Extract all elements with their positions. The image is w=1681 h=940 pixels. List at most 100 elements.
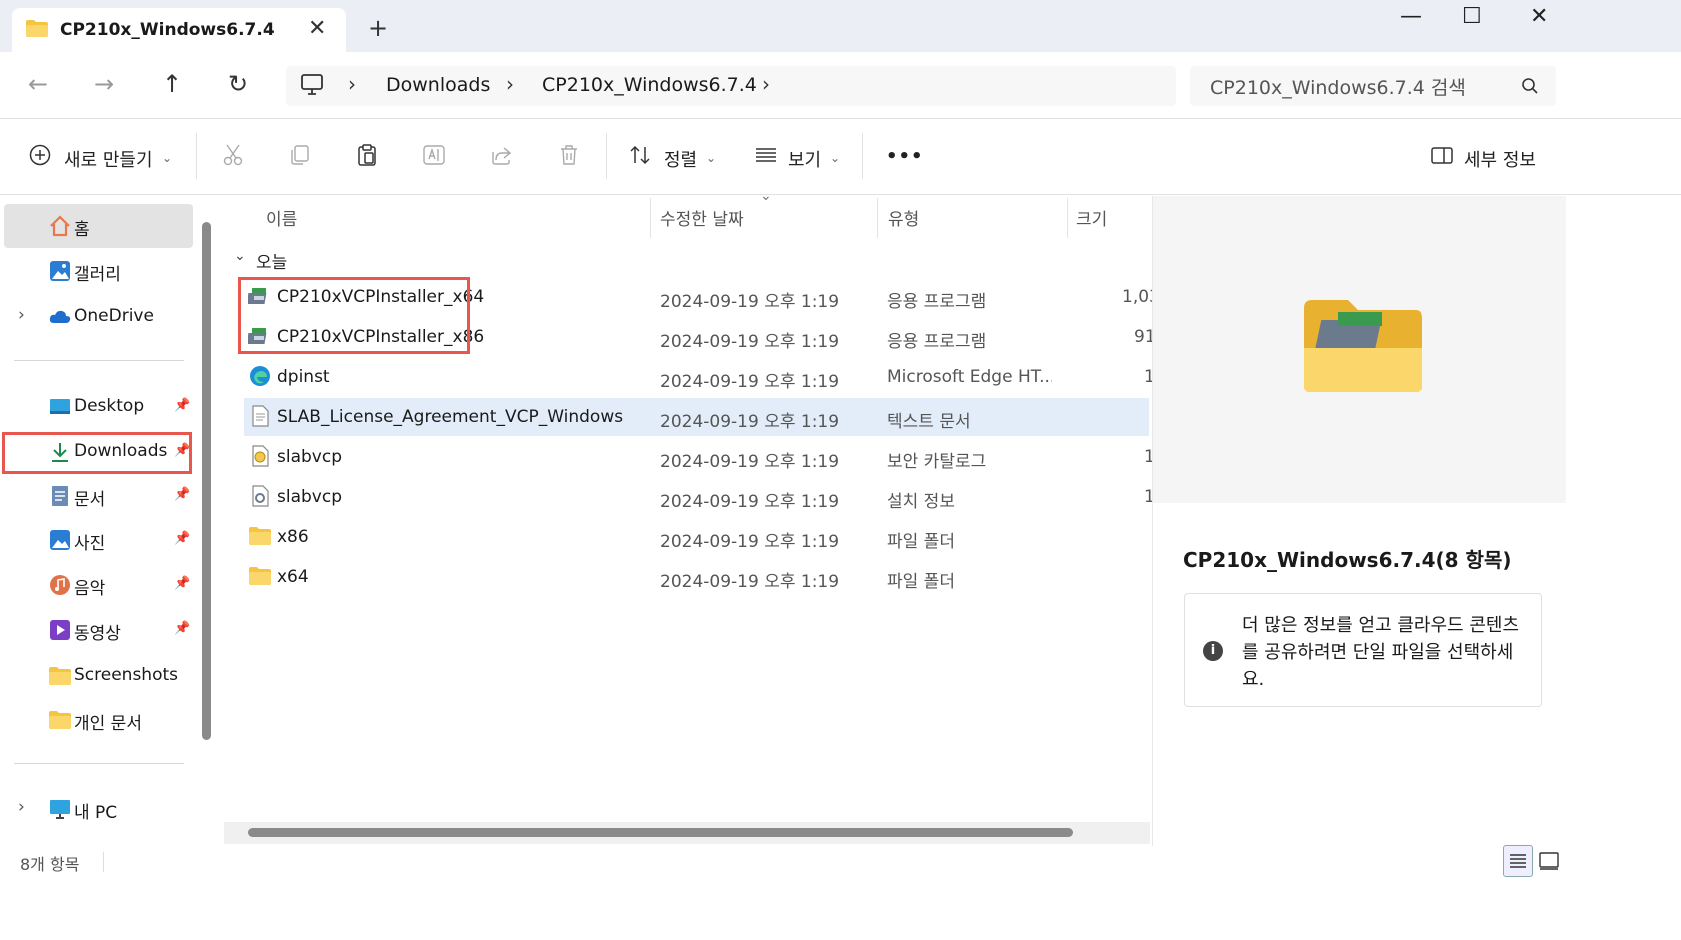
- delete-icon[interactable]: [557, 143, 581, 167]
- column-header-size[interactable]: 크기: [1076, 205, 1107, 230]
- group-header-today[interactable]: 오늘: [256, 248, 287, 273]
- file-type: 파일 폴더: [887, 572, 955, 592]
- list-view-icon: [1510, 854, 1526, 868]
- column-divider[interactable]: [877, 198, 878, 238]
- sidebar-divider: [14, 763, 184, 764]
- breadcrumb-separator-icon[interactable]: ›: [348, 72, 356, 96]
- file-name: x64: [277, 567, 309, 587]
- new-tab-button[interactable]: +: [368, 14, 388, 42]
- sidebar-item-this-pc[interactable]: › 내 PC: [4, 787, 193, 831]
- chevron-down-icon[interactable]: ⌄: [706, 151, 716, 165]
- sidebar-item-screenshots[interactable]: Screenshots: [4, 654, 193, 698]
- file-type: 보안 카탈로그: [887, 452, 987, 472]
- tab-close-icon[interactable]: ✕: [308, 16, 326, 41]
- breadcrumb-current-folder[interactable]: CP210x_Windows6.7.4: [542, 74, 757, 96]
- file-date: 2024-09-19 오후 1:19: [660, 452, 840, 472]
- file-date: 2024-09-19 오후 1:19: [660, 372, 840, 392]
- chevron-right-icon[interactable]: ›: [18, 797, 25, 817]
- pin-icon[interactable]: 📌: [174, 531, 190, 546]
- maximize-button[interactable]: ☐: [1462, 4, 1482, 29]
- breadcrumb-separator-icon[interactable]: ›: [506, 72, 514, 96]
- home-icon: [50, 215, 70, 237]
- back-arrow-icon[interactable]: ←: [28, 70, 48, 98]
- sidebar-scrollbar[interactable]: [202, 222, 211, 740]
- details-view-button[interactable]: [1503, 845, 1533, 877]
- folder-icon: [249, 567, 271, 585]
- chevron-down-icon[interactable]: ⌄: [830, 151, 840, 165]
- sidebar-item-label: Desktop: [74, 396, 145, 416]
- tab-title: CP210x_Windows6.7.4: [60, 20, 275, 40]
- documents-icon: [52, 486, 68, 506]
- up-arrow-icon[interactable]: ↑: [162, 70, 182, 98]
- search-placeholder: CP210x_Windows6.7.4 검색: [1210, 77, 1466, 99]
- file-date: 2024-09-19 오후 1:19: [660, 492, 840, 512]
- sidebar-item-documents[interactable]: 문서 📌: [4, 474, 193, 518]
- pin-icon[interactable]: 📌: [174, 398, 190, 413]
- sidebar-item-label: 홈: [74, 220, 90, 240]
- chevron-right-icon[interactable]: ›: [18, 305, 25, 325]
- forward-arrow-icon[interactable]: →: [94, 70, 114, 98]
- sort-button[interactable]: 정렬: [664, 146, 697, 172]
- paste-icon[interactable]: [355, 143, 379, 167]
- new-button[interactable]: 새로 만들기: [64, 146, 153, 172]
- folder-icon: [49, 711, 71, 729]
- search-icon[interactable]: [1521, 77, 1539, 95]
- sidebar-item-pictures[interactable]: 사진 📌: [4, 518, 193, 562]
- videos-icon: [50, 620, 70, 640]
- sidebar-item-music[interactable]: 음악 📌: [4, 563, 193, 607]
- file-row[interactable]: dpinst 2024-09-19 오후 1:19 Microsoft Edge…: [244, 358, 1155, 396]
- file-row-selected[interactable]: SLAB_License_Agreement_VCP_Windows 2024-…: [244, 398, 1149, 436]
- cut-icon[interactable]: [221, 143, 245, 167]
- view-icon: [756, 148, 776, 162]
- folder-icon: [49, 667, 71, 685]
- view-button[interactable]: 보기: [788, 146, 821, 172]
- onedrive-icon: [49, 310, 71, 323]
- breadcrumb-separator-icon[interactable]: ›: [762, 72, 770, 96]
- more-options-button[interactable]: •••: [886, 146, 924, 167]
- sidebar-item-home[interactable]: 홈: [4, 204, 193, 248]
- file-name: dpinst: [277, 367, 330, 387]
- column-divider[interactable]: [1067, 198, 1068, 238]
- downloads-highlight-box: [2, 432, 192, 474]
- toolbar-divider: [196, 133, 197, 179]
- column-header-date[interactable]: 수정한 날짜: [660, 205, 744, 230]
- pin-icon[interactable]: 📌: [174, 621, 190, 636]
- sidebar-item-onedrive[interactable]: › OneDrive: [4, 295, 193, 339]
- column-divider[interactable]: [650, 198, 651, 238]
- sidebar-item-label: 문서: [74, 490, 106, 510]
- rename-icon[interactable]: [422, 143, 446, 167]
- sort-chevron-icon: ⌄: [760, 188, 772, 204]
- file-date: 2024-09-19 오후 1:19: [660, 292, 840, 312]
- folder-icon: [26, 20, 48, 37]
- horizontal-scrollbar[interactable]: [248, 828, 1073, 837]
- desktop-icon: [50, 399, 70, 414]
- sidebar-item-videos[interactable]: 동영상 📌: [4, 608, 193, 652]
- sidebar-item-gallery[interactable]: 갤러리: [4, 249, 193, 293]
- share-icon[interactable]: [490, 143, 514, 167]
- gallery-icon: [50, 261, 70, 281]
- file-row[interactable]: slabvcp 2024-09-19 오후 1:19 설치 정보 1: [244, 478, 1155, 516]
- file-row[interactable]: x64 2024-09-19 오후 1:19 파일 폴더: [244, 558, 1149, 596]
- pin-icon[interactable]: 📌: [174, 576, 190, 591]
- minimize-button[interactable]: —: [1400, 4, 1422, 29]
- file-row[interactable]: x86 2024-09-19 오후 1:19 파일 폴더: [244, 518, 1149, 556]
- chevron-down-icon[interactable]: ⌄: [162, 151, 172, 165]
- refresh-icon[interactable]: ↻: [228, 70, 248, 98]
- details-button[interactable]: 세부 정보: [1464, 146, 1536, 172]
- divider: [0, 118, 1681, 119]
- tab-active[interactable]: CP210x_Windows6.7.4 ✕: [12, 8, 346, 52]
- tiles-view-icon[interactable]: [1538, 850, 1560, 872]
- sidebar-item-personal-docs[interactable]: 개인 문서: [4, 698, 193, 742]
- breadcrumb-downloads[interactable]: Downloads: [386, 74, 490, 96]
- pin-icon[interactable]: 📌: [174, 487, 190, 502]
- copy-icon[interactable]: [288, 143, 312, 167]
- file-row[interactable]: slabvcp 2024-09-19 오후 1:19 보안 카탈로그 1: [244, 438, 1155, 476]
- sidebar-item-desktop[interactable]: Desktop 📌: [4, 385, 193, 429]
- file-type: 응용 프로그램: [887, 292, 987, 312]
- column-header-type[interactable]: 유형: [888, 205, 919, 230]
- close-window-button[interactable]: ✕: [1530, 4, 1548, 29]
- sidebar-divider: [14, 360, 184, 361]
- chevron-down-icon[interactable]: ⌄: [234, 248, 246, 264]
- installer-highlight-box: [238, 277, 470, 354]
- column-header-name[interactable]: 이름: [266, 205, 297, 230]
